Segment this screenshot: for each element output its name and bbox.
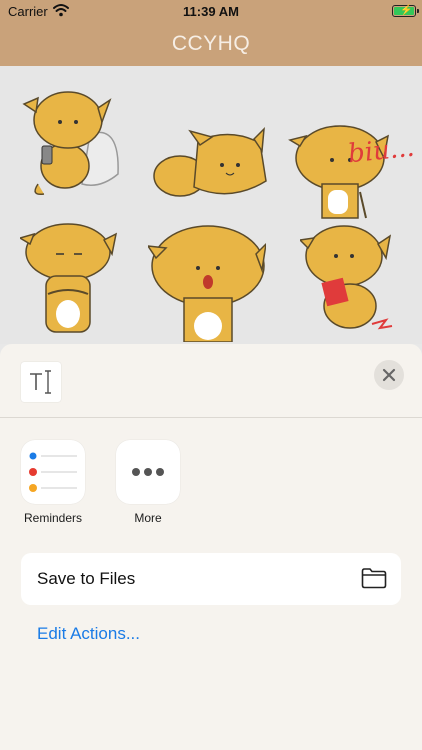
share-sheet: Reminders More Save to Files Edit Action… [0,344,422,750]
cat-pointing-biu-sticker[interactable] [288,110,406,230]
save-to-files-label: Save to Files [37,569,136,588]
more-app-tile[interactable]: More [116,440,180,525]
reminders-label: Reminders [23,511,83,525]
reminders-app-tile[interactable]: Reminders [21,440,85,525]
share-sheet-header [0,344,422,418]
cat-surprised-sticker[interactable] [148,222,266,342]
status-time: 11:39 AM [183,4,239,19]
close-icon [382,368,396,382]
edit-actions-link[interactable]: Edit Actions... [37,624,140,644]
cat-sitting-with-phone-sticker[interactable] [20,84,138,204]
more-label: More [134,511,162,525]
folder-icon [361,568,387,589]
battery-charging-icon: ⚡ [392,5,419,17]
cat-arms-crossed-sticker[interactable] [20,222,138,342]
nav-bar: CCYHQ [0,22,422,66]
more-icon [116,440,180,504]
cat-holding-red-envelope-sticker[interactable] [300,222,418,342]
save-to-files-button[interactable]: Save to Files [21,553,401,605]
status-bar: Carrier 11:39 AM ⚡ [0,0,422,22]
cat-lying-down-sticker[interactable] [150,106,268,226]
page-title: CCYHQ [171,32,251,55]
text-cursor-icon [21,362,61,402]
reminders-icon [21,440,85,504]
close-button[interactable] [374,360,404,390]
